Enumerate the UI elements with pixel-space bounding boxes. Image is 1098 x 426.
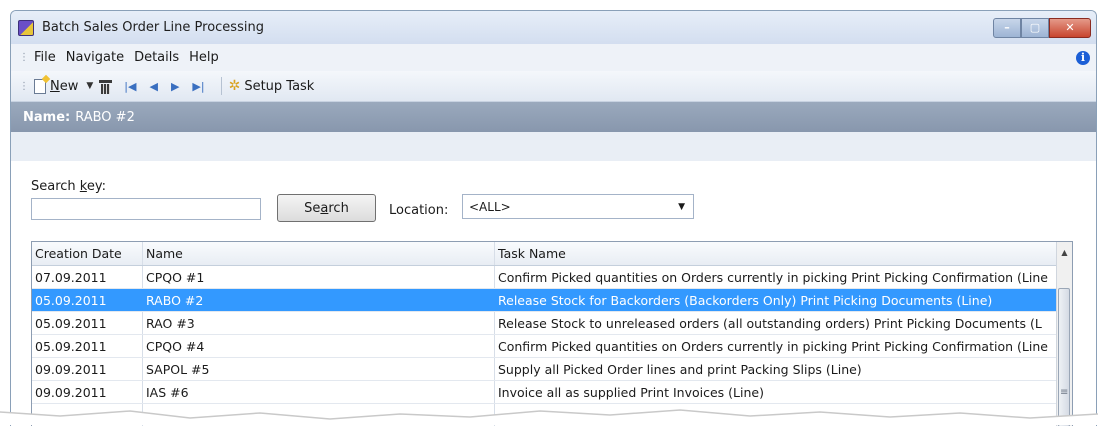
toolbar-separator: [220, 77, 222, 95]
scroll-up-arrow-icon[interactable]: ▲: [1057, 242, 1072, 262]
search-key-input[interactable]: [31, 198, 261, 220]
menu-details[interactable]: Details: [134, 50, 179, 65]
new-button[interactable]: New: [50, 79, 78, 94]
search-key-label: Search key:: [31, 179, 107, 194]
menu-bar: ⋮ File Navigate Details Help i: [11, 44, 1096, 71]
name-label: Name:: [23, 109, 71, 125]
cell-creation-date: 07.09.2011: [32, 266, 143, 288]
table-header: Creation Date Name Task Name: [32, 242, 1072, 266]
minimize-button[interactable]: –: [993, 17, 1021, 38]
table-row[interactable]: 05.09.2011 RAO #3 Release Stock to unrel…: [32, 312, 1072, 335]
menu-navigate[interactable]: Navigate: [66, 50, 124, 65]
location-select[interactable]: <ALL> ▼: [462, 194, 694, 219]
table-row[interactable]: 09.09.2011 SAPOL #5 Supply all Picked Or…: [32, 358, 1072, 381]
menu-grip-icon: ⋮: [19, 52, 29, 63]
column-header-name[interactable]: Name: [143, 242, 495, 265]
location-selected-value: <ALL>: [469, 199, 511, 214]
window-title: Batch Sales Order Line Processing: [42, 20, 264, 35]
name-value: RABO #2: [75, 109, 135, 125]
maximize-button[interactable]: ▢: [1021, 17, 1049, 38]
location-label: Location:: [389, 203, 449, 218]
cell-task-name: Supply all Picked Order lines and print …: [495, 358, 1057, 380]
menu-help[interactable]: Help: [189, 50, 219, 65]
cell-name: RAO #3: [143, 312, 495, 334]
new-dropdown-arrow-icon[interactable]: ▼: [86, 81, 93, 91]
first-record-icon[interactable]: |◀: [124, 80, 136, 93]
menu-file[interactable]: File: [34, 50, 56, 65]
app-icon: [18, 19, 34, 36]
new-icon[interactable]: [34, 78, 46, 94]
cell-task-name: Release Stock to unreleased orders (all …: [495, 312, 1057, 334]
column-header-task-name[interactable]: Task Name: [495, 242, 1057, 265]
title-bar[interactable]: Batch Sales Order Line Processing – ▢ ✕: [11, 11, 1096, 44]
table-row[interactable]: 05.09.2011 CPQO #4 Confirm Picked quanti…: [32, 335, 1072, 358]
info-icon[interactable]: i: [1076, 50, 1090, 65]
table-row[interactable]: 07.09.2011 CPQO #1 Confirm Picked quanti…: [32, 266, 1072, 289]
cell-creation-date: 09.09.2011: [32, 358, 143, 380]
delete-icon[interactable]: [99, 79, 113, 94]
chevron-down-icon: ▼: [678, 201, 685, 212]
name-header: Name: RABO #2: [11, 102, 1096, 132]
app-window: Batch Sales Order Line Processing – ▢ ✕ …: [10, 10, 1097, 426]
cell-name: RABO #2: [143, 289, 495, 311]
cell-name: CPQO #1: [143, 266, 495, 288]
window-controls: – ▢ ✕: [993, 17, 1091, 38]
next-record-icon[interactable]: ▶: [171, 80, 179, 93]
cell-task-name: Confirm Picked quantities on Orders curr…: [495, 335, 1057, 357]
cell-name: CPQO #4: [143, 335, 495, 357]
cell-creation-date: 05.09.2011: [32, 335, 143, 357]
last-record-icon[interactable]: ▶|: [192, 80, 204, 93]
setup-task-icon[interactable]: ✲: [229, 78, 241, 94]
torn-edge: [0, 409, 1098, 425]
content-panel: Search key: Se a rch Location: <ALL> ▼ Cre…: [11, 161, 1096, 426]
cell-name: SAPOL #5: [143, 358, 495, 380]
toolbar-grip-icon: ⋮: [19, 80, 29, 92]
close-button[interactable]: ✕: [1049, 17, 1091, 38]
search-button[interactable]: Se a rch: [277, 194, 376, 222]
toolbar: ⋮ New ▼ |◀ ◀ ▶ ▶| ✲ Setup Task: [11, 71, 1096, 102]
cell-task-name: Confirm Picked quantities on Orders curr…: [495, 266, 1057, 288]
cell-creation-date: 05.09.2011: [32, 312, 143, 334]
column-header-creation-date[interactable]: Creation Date: [32, 242, 143, 265]
cell-creation-date: 05.09.2011: [32, 289, 143, 311]
cell-task-name: Release Stock for Backorders (Backorders…: [495, 289, 1057, 311]
setup-task-button[interactable]: Setup Task: [244, 79, 314, 94]
table-row-selected[interactable]: 05.09.2011 RABO #2 Release Stock for Bac…: [32, 289, 1072, 312]
previous-record-icon[interactable]: ◀: [149, 80, 157, 93]
